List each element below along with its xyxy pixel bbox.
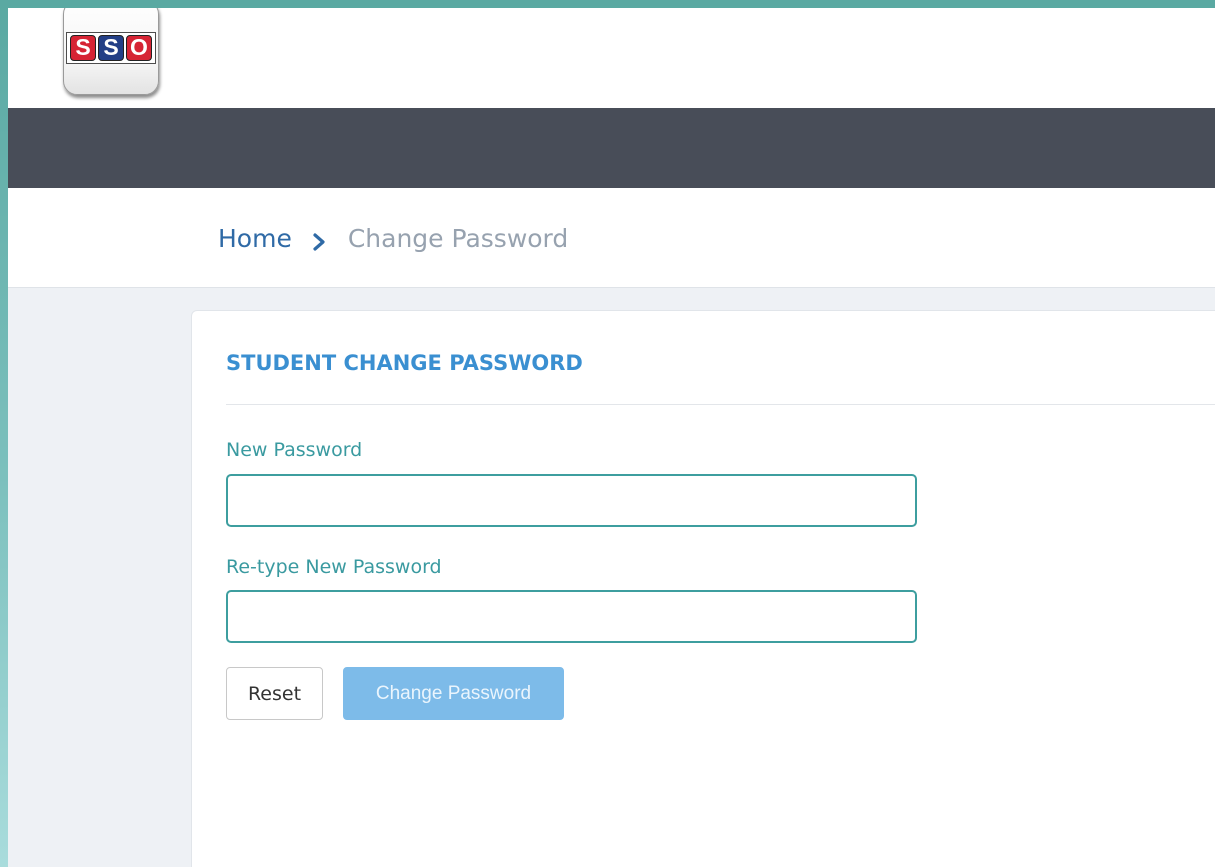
chevron-right-icon <box>306 229 334 251</box>
change-password-button[interactable]: Change Password <box>343 667 564 720</box>
change-password-card: STUDENT CHANGE PASSWORD New Password Re-… <box>191 310 1215 867</box>
breadcrumb-current: Change Password <box>347 224 569 253</box>
sso-logo[interactable]: S S O <box>63 8 159 95</box>
sso-logo-badge: S S O <box>66 31 156 64</box>
card-divider <box>226 404 1215 405</box>
retype-password-input[interactable] <box>226 590 917 643</box>
main-navbar <box>8 108 1215 188</box>
logo-letter-s1: S <box>70 34 96 61</box>
breadcrumb-bar: Home Change Password <box>8 188 1215 288</box>
top-header: S S O <box>8 8 1215 108</box>
card-title: STUDENT CHANGE PASSWORD <box>226 351 583 375</box>
logo-letter-o: O <box>126 34 152 61</box>
breadcrumb: Home Change Password <box>218 224 568 253</box>
retype-password-label: Re-type New Password <box>226 556 442 578</box>
breadcrumb-home-link[interactable]: Home <box>218 224 292 253</box>
logo-letter-s2: S <box>98 34 124 61</box>
new-password-label: New Password <box>226 439 363 461</box>
app-window: S S O Home Change Password STUDENT CHANG… <box>8 8 1215 867</box>
new-password-input[interactable] <box>226 474 917 527</box>
reset-button[interactable]: Reset <box>226 667 323 720</box>
